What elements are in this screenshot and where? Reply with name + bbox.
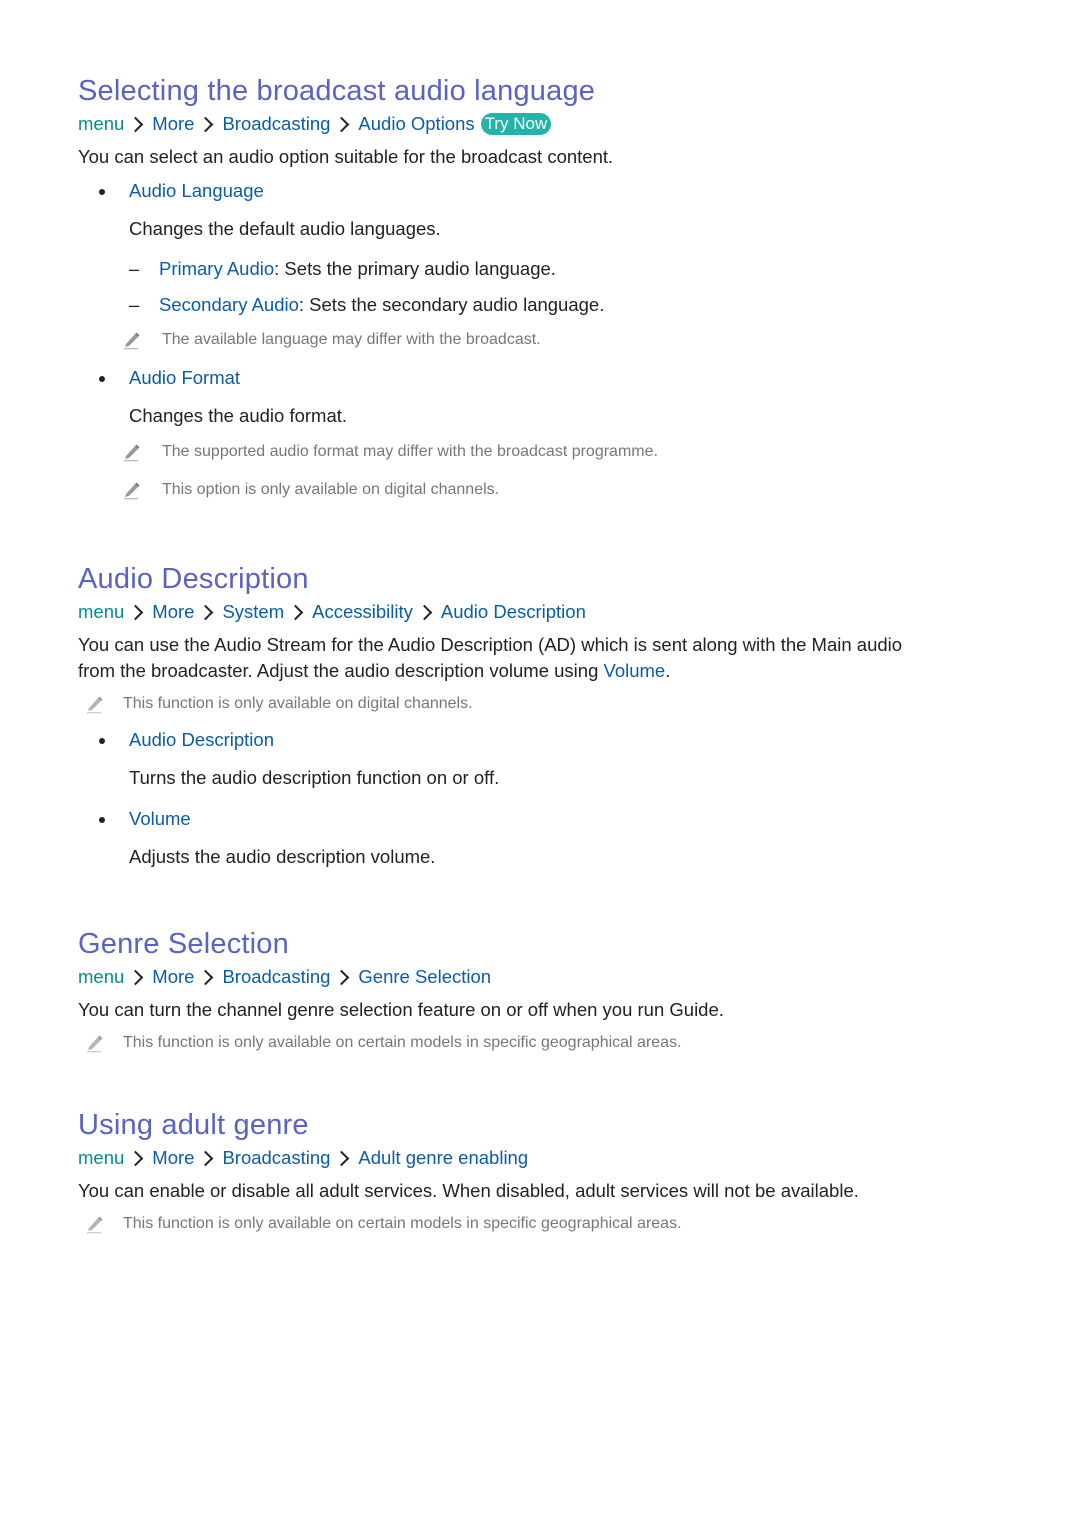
bullet-item-description: Changes the default audio languages. [129, 218, 441, 239]
section-using-adult-genre: Using adult genre menu More Broadcasting… [78, 1107, 1018, 1235]
chevron-right-icon [198, 1150, 214, 1166]
chevron-right-icon [416, 604, 433, 620]
note: This option is only available on digital… [78, 479, 1018, 501]
breadcrumb: menu More Broadcasting Adult genre enabl… [78, 1145, 1018, 1171]
breadcrumb: menu More System Accessibility Audio Des… [78, 599, 1018, 625]
pencil-icon [124, 332, 140, 350]
try-now-button[interactable]: Try Now [480, 113, 552, 135]
breadcrumb-broadcasting[interactable]: Broadcasting [222, 964, 330, 990]
section-intro: You can use the Audio Stream for the Aud… [78, 632, 1018, 684]
intro-line-1: You can use the Audio Stream for the Aud… [78, 634, 903, 655]
note-text: The supported audio format may differ wi… [162, 443, 658, 460]
section-intro: You can enable or disable all adult serv… [78, 1180, 859, 1201]
chevron-right-icon [198, 969, 214, 985]
breadcrumb-menu[interactable]: menu [78, 1145, 124, 1171]
section-title: Using adult genre [78, 1109, 309, 1141]
bullet-item-description: Turns the audio description function on … [129, 767, 500, 788]
section-intro: You can turn the channel genre selection… [78, 999, 724, 1020]
section-title: Selecting the broadcast audio language [78, 75, 596, 107]
section-intro: You can select an audio option suitable … [78, 146, 614, 167]
breadcrumb-more[interactable]: More [152, 964, 194, 990]
note-text: The available language may differ with t… [162, 331, 541, 348]
note: The supported audio format may differ wi… [78, 441, 1018, 463]
section-genre-selection: Genre Selection menu More Broadcasting G… [78, 926, 1018, 1054]
sub-item-text: : Sets the primary audio language. [274, 258, 556, 279]
pencil-icon [124, 482, 140, 500]
note-text: This function is only available on certa… [123, 1034, 682, 1051]
breadcrumb-menu[interactable]: menu [78, 111, 124, 137]
sub-item: – Primary Audio: Sets the primary audio … [78, 256, 1018, 282]
bullet-item-label: Volume [78, 806, 1018, 832]
chevron-right-icon [334, 116, 350, 132]
dash-marker: – [129, 258, 140, 279]
chevron-right-icon [198, 604, 214, 620]
breadcrumb-adult-genre-enabling[interactable]: Adult genre enabling [358, 1145, 528, 1171]
pencil-icon [87, 696, 103, 714]
sub-item-text: : Sets the secondary audio language. [298, 294, 605, 315]
breadcrumb-menu[interactable]: menu [78, 964, 124, 990]
pencil-icon [124, 444, 140, 462]
breadcrumb-broadcasting[interactable]: Broadcasting [222, 1145, 330, 1171]
breadcrumb-genre-selection[interactable]: Genre Selection [358, 964, 491, 990]
breadcrumb-more[interactable]: More [152, 1145, 194, 1171]
section-broadcast-audio-language: Selecting the broadcast audio language m… [78, 73, 1018, 501]
section-title: Audio Description [78, 563, 309, 595]
breadcrumb-broadcasting[interactable]: Broadcasting [222, 111, 330, 137]
sub-item: – Secondary Audio: Sets the secondary au… [78, 292, 1018, 318]
volume-link: Volume [603, 660, 666, 681]
bullet-item-label: Audio Format [78, 365, 1018, 391]
note-text: This option is only available on digital… [162, 481, 500, 498]
note-text: This function is only available on digit… [123, 695, 473, 712]
note: This function is only available on certa… [78, 1213, 1018, 1235]
chevron-right-icon [128, 116, 144, 132]
note-text: This function is only available on certa… [123, 1215, 682, 1232]
breadcrumb-audio-options[interactable]: Audio Options [358, 111, 474, 137]
breadcrumb-more[interactable]: More [152, 111, 194, 137]
breadcrumb-menu[interactable]: menu [78, 599, 124, 625]
chevron-right-icon [287, 604, 304, 620]
pencil-icon [87, 1035, 103, 1053]
breadcrumb-more[interactable]: More [152, 599, 194, 625]
breadcrumb-system[interactable]: System [222, 599, 284, 625]
breadcrumb-accessibility[interactable]: Accessibility [312, 599, 413, 625]
section-audio-description: Audio Description menu More System Acces… [78, 561, 1018, 870]
chevron-right-icon [198, 116, 214, 132]
sub-item-label: Primary Audio [159, 258, 275, 279]
chevron-right-icon [128, 1150, 144, 1166]
intro-suffix: . [665, 660, 671, 681]
note: This function is only available on certa… [78, 1032, 1018, 1054]
chevron-right-icon [128, 969, 144, 985]
bullet-item-label: Audio Language [78, 178, 1018, 204]
pencil-icon [87, 1216, 103, 1234]
breadcrumb: menu More Broadcasting Genre Selection [78, 964, 1018, 990]
sub-item-label: Secondary Audio [159, 294, 299, 315]
section-title: Genre Selection [78, 928, 289, 960]
breadcrumb: menu More Broadcasting Audio Options Try… [78, 111, 1018, 137]
dash-marker: – [129, 294, 140, 315]
intro-line-2: from the broadcaster. Adjust the audio d… [78, 660, 604, 681]
chevron-right-icon [128, 604, 144, 620]
bullet-item-label: Audio Description [78, 727, 1018, 753]
bullet-item-description: Adjusts the audio description volume. [129, 846, 436, 867]
bullet-item-description: Changes the audio format. [129, 405, 348, 426]
note: This function is only available on digit… [78, 693, 1018, 715]
note: The available language may differ with t… [78, 329, 1018, 351]
breadcrumb-audio-description[interactable]: Audio Description [441, 599, 586, 625]
chevron-right-icon [334, 1150, 350, 1166]
chevron-right-icon [334, 969, 350, 985]
